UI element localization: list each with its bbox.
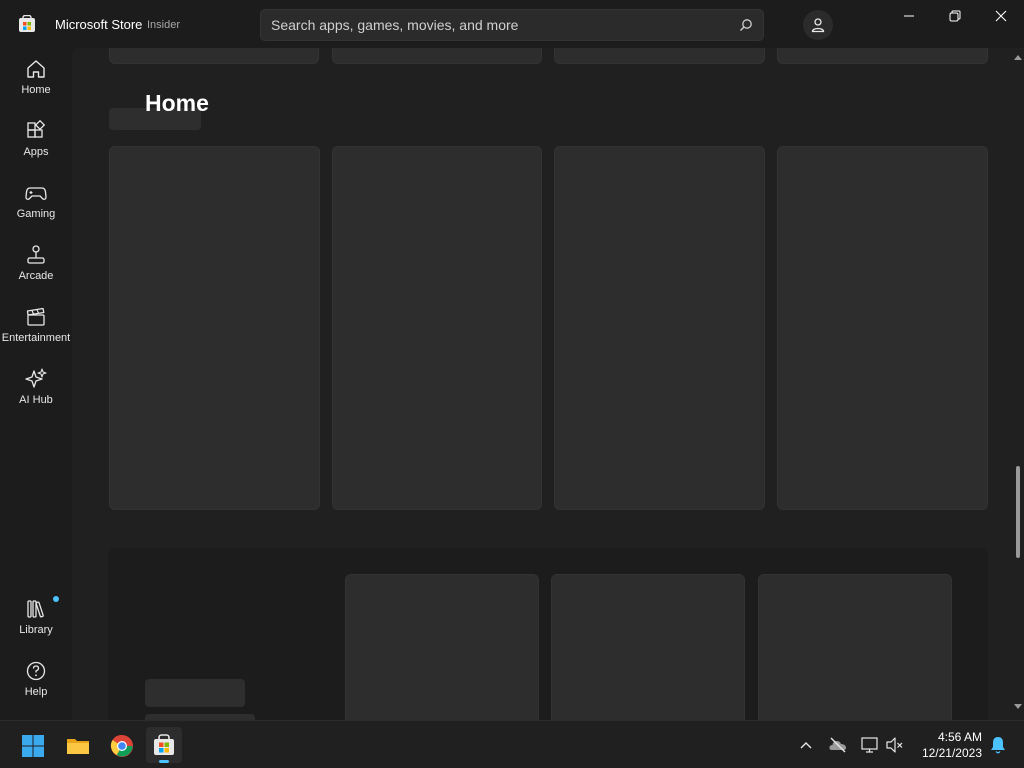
taskbar-file-explorer[interactable] <box>59 727 95 763</box>
skeleton-hero-card[interactable] <box>777 146 988 510</box>
sidebar-item-label: Entertainment <box>1 332 71 344</box>
sidebar-item-apps[interactable]: Apps <box>0 120 72 176</box>
help-icon <box>26 661 46 681</box>
minimize-button[interactable] <box>886 0 932 32</box>
restore-button[interactable] <box>932 0 978 32</box>
joystick-icon <box>27 245 45 264</box>
page-title: Home <box>145 90 209 116</box>
scroll-down-arrow-icon[interactable] <box>1014 704 1022 710</box>
skeleton-card[interactable] <box>345 574 539 720</box>
skeleton-hero-card[interactable] <box>554 146 765 510</box>
main-content: Home <box>72 48 1016 720</box>
store-icon <box>154 734 174 755</box>
clapperboard-icon <box>26 307 45 326</box>
sidebar-item-label: Help <box>24 686 48 698</box>
home-icon <box>27 60 45 78</box>
library-icon <box>27 600 44 618</box>
clock-date: 12/21/2023 <box>921 746 982 760</box>
sidebar-item-entertainment[interactable]: Entertainment <box>0 306 72 362</box>
library-update-badge <box>53 596 59 602</box>
windows-start-icon <box>22 735 44 757</box>
close-button[interactable] <box>978 0 1024 32</box>
apps-icon <box>27 120 46 138</box>
sidebar-item-help[interactable]: Help <box>0 660 72 716</box>
chrome-icon <box>110 734 133 757</box>
skeleton-label <box>145 679 245 707</box>
sparkle-icon <box>25 368 47 388</box>
search-placeholder: Search apps, games, movies, and more <box>271 17 519 33</box>
skeleton-card <box>554 48 765 64</box>
bell-icon[interactable] <box>988 735 1008 755</box>
title-bar: Microsoft Store Insider Search apps, gam… <box>0 0 1024 48</box>
skeleton-card <box>332 48 542 64</box>
sidebar-item-gaming[interactable]: Gaming <box>0 182 72 238</box>
person-icon <box>811 18 825 33</box>
sidebar-item-label: AI Hub <box>19 394 53 406</box>
sidebar-item-arcade[interactable]: Arcade <box>0 244 72 300</box>
clock-time: 4:56 AM <box>937 730 982 744</box>
chevron-up-icon[interactable] <box>796 735 816 755</box>
taskbar: 4:56 AM 12/21/2023 <box>0 720 1024 768</box>
taskbar-microsoft-store[interactable] <box>146 727 182 763</box>
sidebar-item-label: Arcade <box>18 270 54 282</box>
sidebar: Home Apps Gaming Arcade Entertainment AI… <box>0 48 72 720</box>
sidebar-item-label: Apps <box>23 146 49 158</box>
start-button[interactable] <box>14 727 50 763</box>
taskbar-clock[interactable]: 4:56 AM 12/21/2023 <box>914 729 982 761</box>
taskbar-chrome[interactable] <box>103 727 139 763</box>
gamepad-icon <box>25 187 47 200</box>
minimize-icon <box>904 15 914 17</box>
restore-icon <box>949 10 961 22</box>
active-app-indicator <box>159 760 169 763</box>
sidebar-item-ai-hub[interactable]: AI Hub <box>0 368 72 424</box>
scrollbar-thumb[interactable] <box>1016 466 1020 558</box>
skeleton-card[interactable] <box>758 574 952 720</box>
search-input[interactable]: Search apps, games, movies, and more <box>260 9 764 41</box>
search-icon[interactable] <box>739 18 753 32</box>
app-title: Microsoft Store <box>55 17 143 32</box>
skeleton-hero-card[interactable] <box>332 146 542 510</box>
sidebar-item-label: Home <box>21 84 51 96</box>
sidebar-item-label: Library <box>19 624 53 636</box>
sidebar-item-label: Gaming <box>16 208 56 220</box>
skeleton-card <box>777 48 988 64</box>
onedrive-offline-icon[interactable] <box>828 735 848 755</box>
sidebar-item-library[interactable]: Library <box>0 596 72 654</box>
folder-icon <box>67 739 89 754</box>
skeleton-card[interactable] <box>551 574 745 720</box>
scroll-up-arrow-icon[interactable] <box>1014 54 1022 60</box>
skeleton-card <box>109 48 319 64</box>
store-logo-icon <box>19 15 35 32</box>
network-icon[interactable] <box>860 735 880 755</box>
close-icon <box>995 10 1007 22</box>
skeleton-hero-card[interactable] <box>109 146 320 510</box>
volume-muted-icon[interactable] <box>885 735 905 755</box>
profile-button[interactable] <box>803 10 833 40</box>
vertical-scrollbar[interactable] <box>1012 48 1024 720</box>
app-channel-label: Insider <box>147 19 181 31</box>
sidebar-item-home[interactable]: Home <box>0 58 72 114</box>
